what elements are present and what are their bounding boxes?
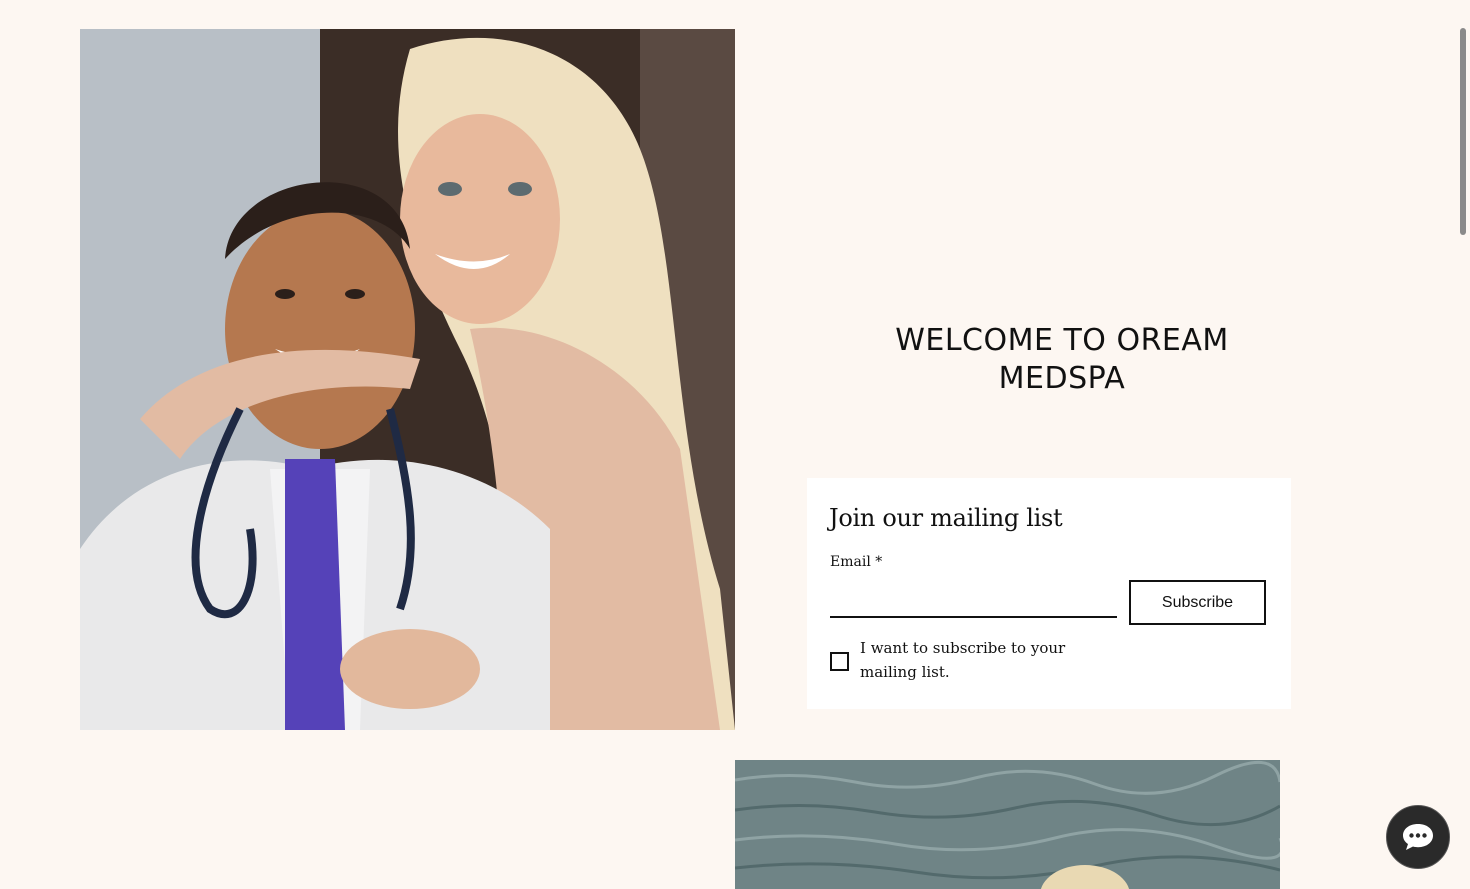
- page-scrollbar[interactable]: [1458, 0, 1470, 889]
- chat-bubble-icon: [1403, 824, 1433, 850]
- mailing-list-form: Join our mailing list Email * Subscribe …: [807, 478, 1291, 709]
- hero-photo: [80, 29, 735, 730]
- page: WELCOME TO OREAM MEDSPA Join our mailing…: [0, 0, 1470, 889]
- chat-button[interactable]: [1386, 805, 1450, 869]
- second-photo: [735, 760, 1280, 889]
- mailing-list-title: Join our mailing list: [829, 504, 1063, 532]
- scrollbar-thumb[interactable]: [1460, 28, 1466, 235]
- consent-label[interactable]: I want to subscribe to your mailing list…: [860, 636, 1120, 684]
- hero-photo-illustration: [80, 29, 735, 730]
- email-label: Email *: [830, 554, 883, 570]
- subscribe-button[interactable]: Subscribe: [1129, 580, 1266, 625]
- consent-checkbox[interactable]: [830, 652, 849, 671]
- second-photo-illustration: [735, 760, 1280, 889]
- email-field[interactable]: [830, 584, 1117, 618]
- page-title: WELCOME TO OREAM MEDSPA: [895, 323, 1229, 396]
